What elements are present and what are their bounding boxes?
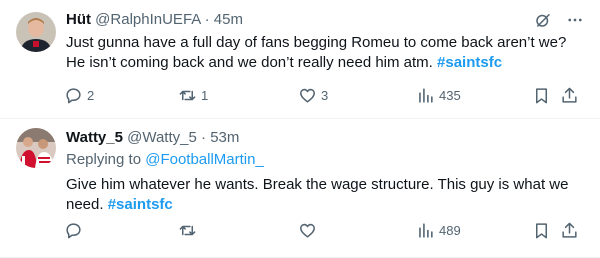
views-icon: [416, 221, 435, 240]
hashtag-link[interactable]: #saintsfc: [108, 196, 173, 213]
avatar[interactable]: [16, 128, 56, 168]
tweet-actions: 2 1 3 435: [56, 85, 588, 105]
display-name[interactable]: Hüt: [66, 11, 91, 28]
replying-prefix: Replying to: [66, 151, 142, 168]
tweet-text: Give him whatever he wants. Break the wa…: [66, 175, 580, 215]
bookmark-icon: [532, 221, 551, 240]
header-actions: [534, 11, 584, 29]
retweet-button[interactable]: [178, 220, 197, 240]
separator: ·: [204, 11, 210, 28]
reply-icon: [64, 86, 83, 105]
views-count: 489: [439, 222, 461, 238]
separator: ·: [201, 129, 207, 146]
share-button[interactable]: [560, 85, 579, 105]
share-icon: [560, 86, 579, 105]
like-count: 3: [321, 87, 329, 103]
bookmark-icon: [532, 86, 551, 105]
timestamp[interactable]: 45m: [214, 11, 243, 28]
retweet-icon: [178, 86, 197, 105]
reply-button[interactable]: [64, 220, 83, 240]
bookmark-button[interactable]: [532, 220, 551, 240]
views-count: 435: [439, 87, 461, 103]
replying-to-link[interactable]: @FootballMartin_: [145, 151, 264, 168]
like-button[interactable]: 3: [298, 85, 328, 105]
handle[interactable]: @RalphInUEFA: [95, 11, 200, 28]
retweet-icon: [178, 221, 197, 240]
reply-count: 2: [87, 87, 95, 103]
avatar[interactable]: [16, 12, 56, 52]
handle[interactable]: @Watty_5: [127, 129, 197, 146]
reply-button[interactable]: 2: [64, 85, 94, 105]
tweet-text: Just gunna have a full day of fans beggi…: [66, 33, 580, 73]
like-icon: [298, 86, 317, 105]
retweet-button[interactable]: 1: [178, 85, 208, 105]
share-button[interactable]: [560, 220, 579, 240]
like-icon: [298, 221, 317, 240]
bookmark-button[interactable]: [532, 85, 551, 105]
hashtag-link[interactable]: #saintsfc: [437, 54, 502, 71]
tweet-ralphinuefa[interactable]: Hüt @RalphInUEFA · 45m Just gunna have a…: [0, 0, 600, 119]
grok-icon[interactable]: [534, 11, 552, 29]
display-name[interactable]: Watty_5: [66, 129, 123, 146]
tweet-header: Watty_5 @Watty_5 · 53m: [66, 128, 239, 148]
views-icon: [416, 86, 435, 105]
views-button[interactable]: 489: [416, 220, 461, 240]
reply-icon: [64, 221, 83, 240]
like-button[interactable]: [298, 220, 317, 240]
timestamp[interactable]: 53m: [210, 129, 239, 146]
replying-to: Replying to @FootballMartin_: [66, 150, 264, 170]
tweet-actions: 489: [56, 220, 588, 240]
views-button[interactable]: 435: [416, 85, 461, 105]
share-icon: [560, 221, 579, 240]
more-icon[interactable]: [566, 11, 584, 29]
retweet-count: 1: [201, 87, 209, 103]
tweet-watty5[interactable]: Watty_5 @Watty_5 · 53m Replying to @Foot…: [0, 119, 600, 258]
tweet-header: Hüt @RalphInUEFA · 45m: [66, 10, 243, 30]
